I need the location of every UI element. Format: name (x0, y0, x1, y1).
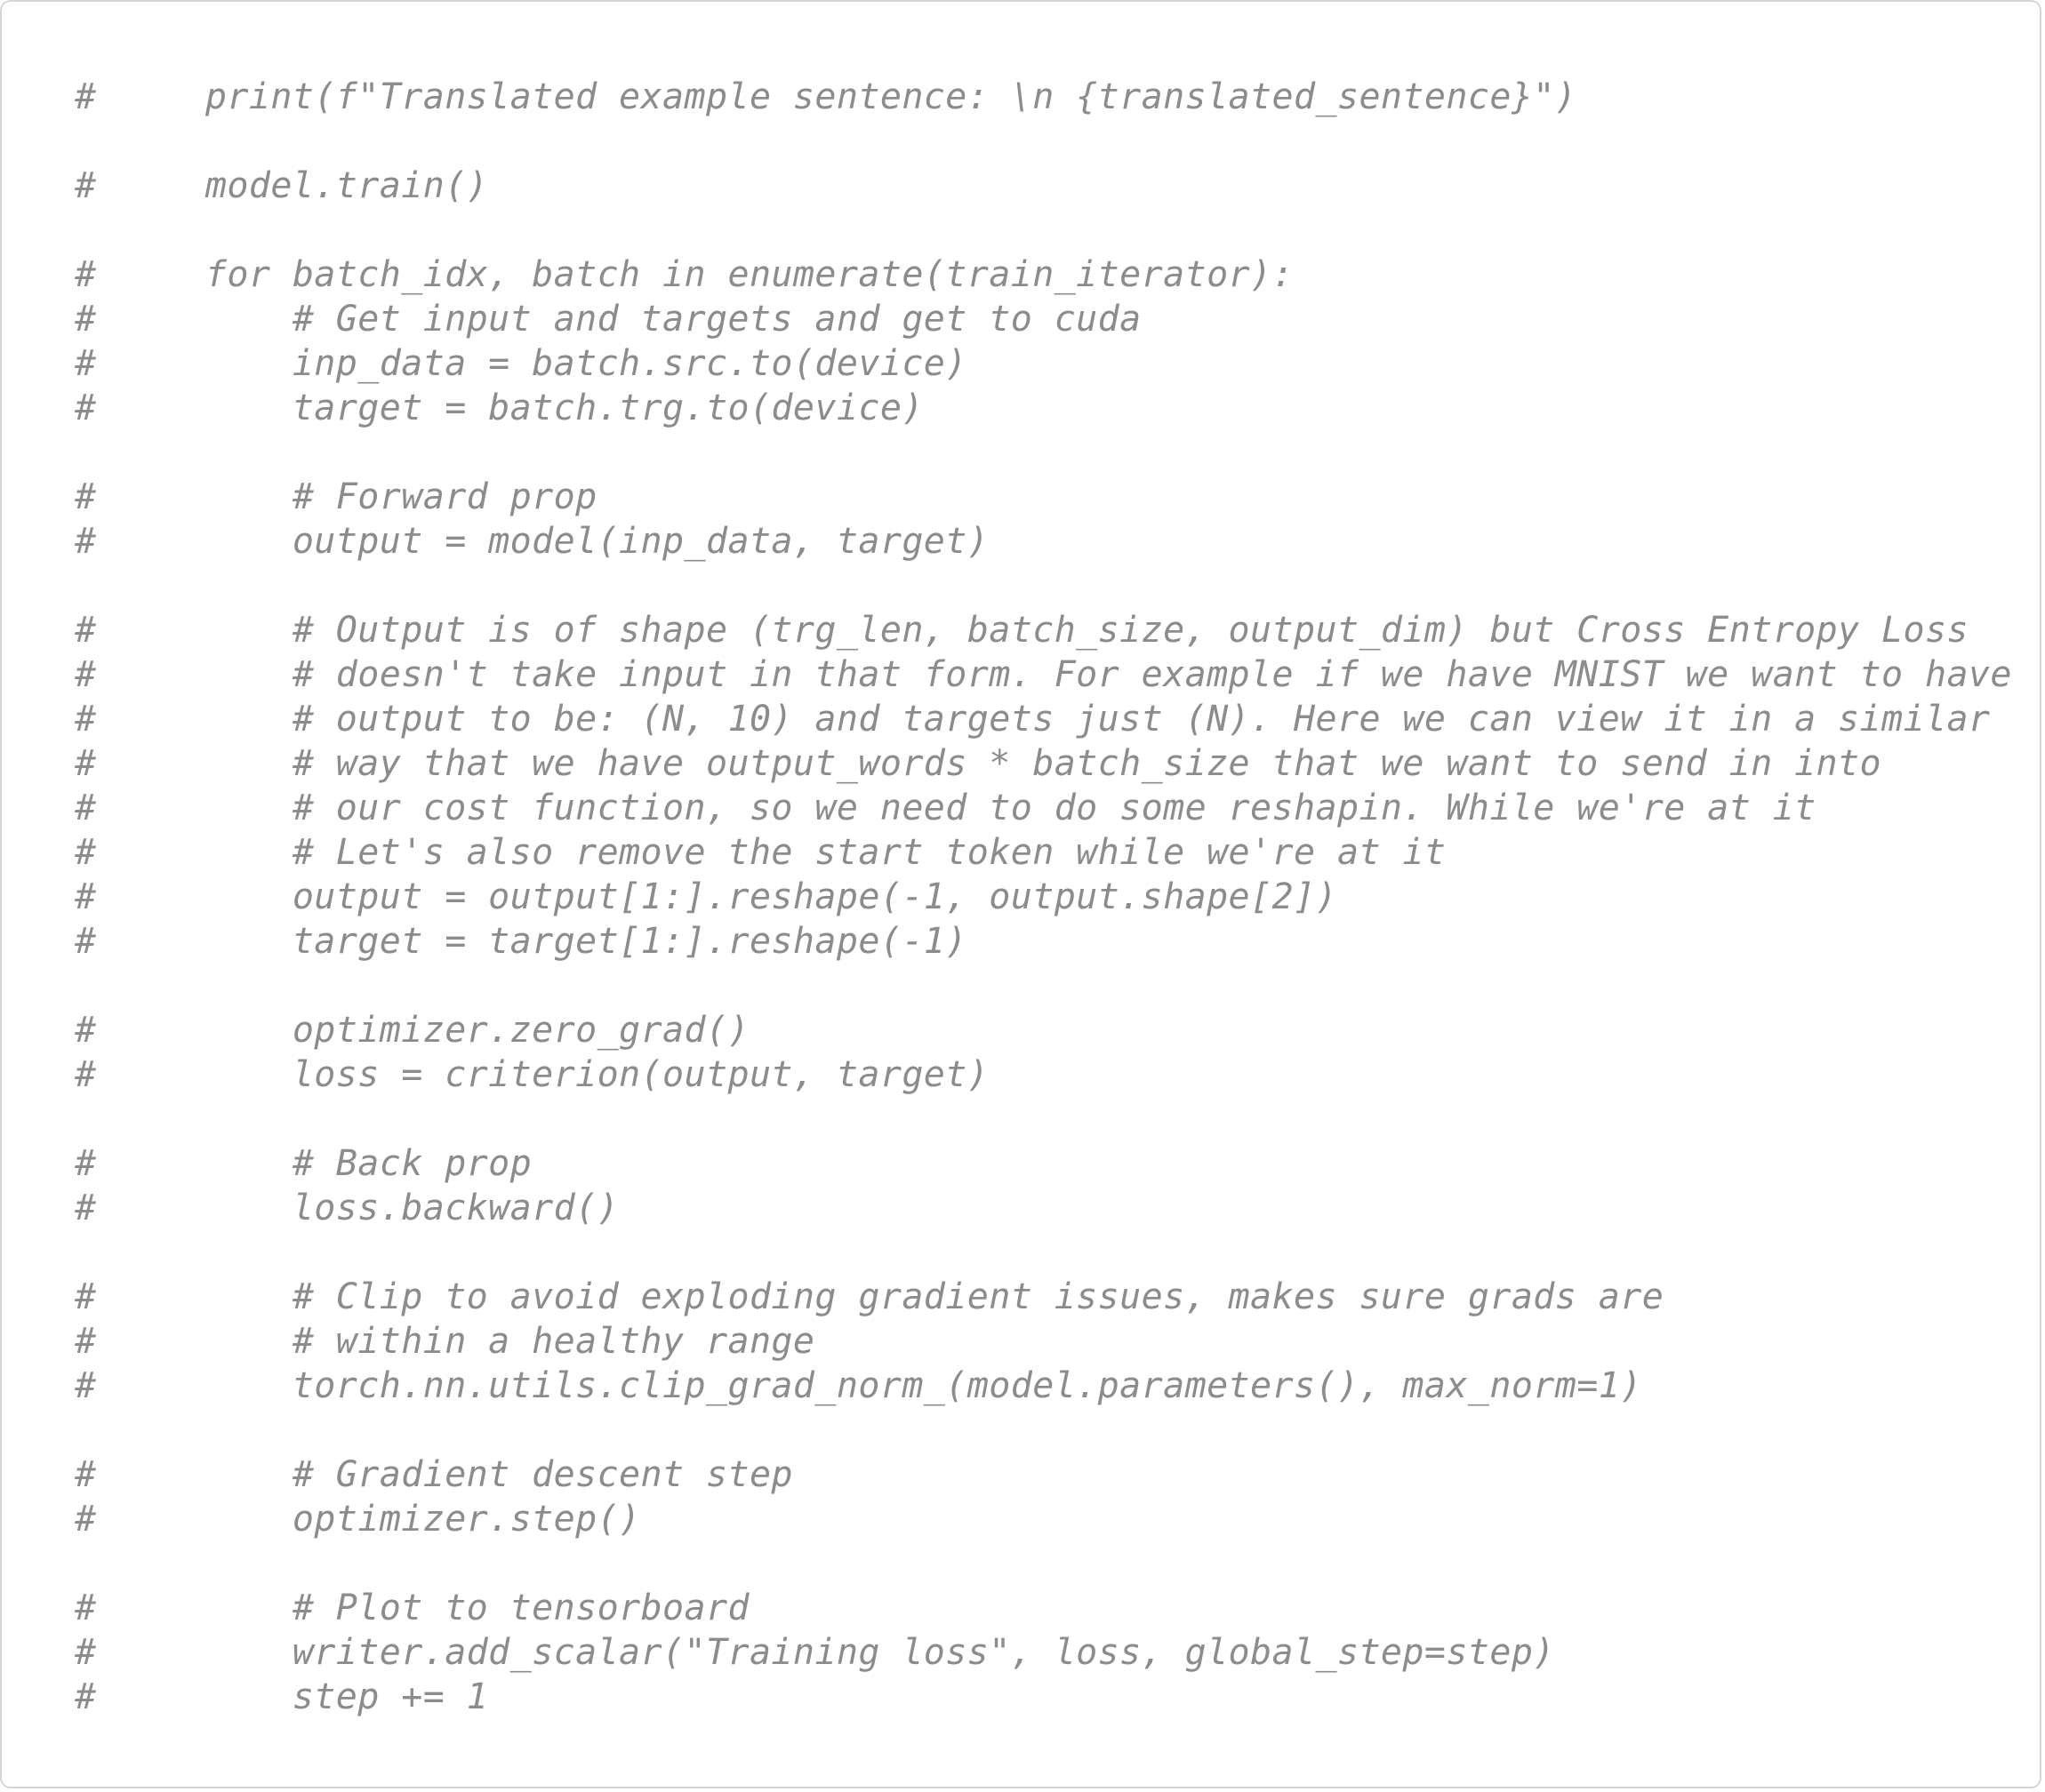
code-line: # # Gradient descent step (75, 1454, 793, 1495)
code-line: # # Plot to tensorboard (75, 1588, 750, 1628)
code-line: # # output to be: (N, 10) and targets ju… (75, 699, 1991, 740)
code-line: # target = batch.trg.to(device) (75, 388, 924, 428)
code-line: # # doesn't take input in that form. For… (75, 654, 2012, 695)
code-line: # torch.nn.utils.clip_grad_norm_(model.p… (75, 1365, 1642, 1406)
code-line: # # Clip to avoid exploding gradient iss… (75, 1276, 1664, 1317)
code-line: # optimizer.step() (75, 1499, 641, 1540)
code-line: # step += 1 (75, 1676, 489, 1717)
code-line: # # our cost function, so we need to do … (75, 788, 1816, 828)
code-line: # # Let's also remove the start token wh… (75, 832, 1447, 873)
code-line: # model.train() (75, 165, 489, 206)
code-line: # writer.add_scalar("Training loss", los… (75, 1632, 1555, 1673)
code-line: # # way that we have output_words * batc… (75, 743, 1882, 784)
code-block: # print(f"Translated example sentence: \… (75, 75, 2012, 1719)
code-line: # # Get input and targets and get to cud… (75, 299, 1142, 340)
code-line: # target = target[1:].reshape(-1) (75, 921, 967, 962)
code-line: # for batch_idx, batch in enumerate(trai… (75, 254, 1294, 295)
code-line: # optimizer.zero_grad() (75, 1010, 750, 1051)
code-line: # output = output[1:].reshape(-1, output… (75, 876, 1337, 917)
code-line: # loss.backward() (75, 1188, 620, 1228)
code-line: # output = model(inp_data, target) (75, 521, 990, 562)
code-panel: # print(f"Translated example sentence: \… (0, 0, 2041, 1788)
code-line: # # within a healthy range (75, 1321, 815, 1362)
code-line: # # Output is of shape (trg_len, batch_s… (75, 610, 1969, 651)
code-line: # print(f"Translated example sentence: \… (75, 76, 1577, 117)
code-line: # # Forward prop (75, 476, 597, 517)
code-line: # inp_data = batch.src.to(device) (75, 343, 967, 384)
code-line: # # Back prop (75, 1143, 533, 1184)
code-line: # loss = criterion(output, target) (75, 1054, 990, 1095)
